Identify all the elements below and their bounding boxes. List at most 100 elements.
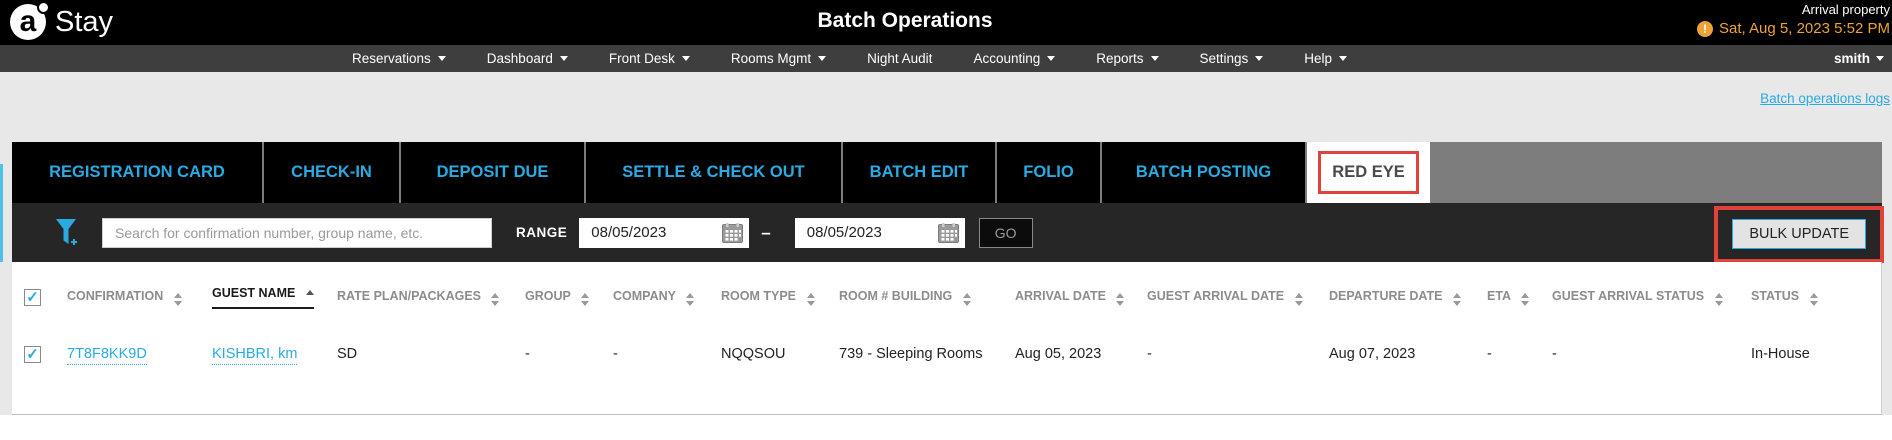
sort-icon (1714, 293, 1723, 306)
red-annotation-box: RED EYE (1318, 151, 1419, 194)
table-header-row: CONFIRMATION GUEST NAME RATE PLAN/PACKAG… (12, 262, 1881, 309)
nav-item-accounting[interactable]: Accounting (973, 51, 1056, 66)
column-header-company[interactable]: COMPANY (613, 262, 721, 309)
batch-operations-table: CONFIRMATION GUEST NAME RATE PLAN/PACKAG… (12, 262, 1881, 369)
confirmation-link[interactable]: 7T8F8KK9D (67, 346, 147, 365)
nav-label: Front Desk (608, 51, 675, 66)
cell-company: - (613, 346, 618, 362)
sort-icon (581, 293, 590, 306)
column-header-confirmation[interactable]: CONFIRMATION (67, 262, 212, 309)
column-header-room-building[interactable]: ROOM # BUILDING (839, 262, 1015, 309)
nav-item-settings[interactable]: Settings (1200, 51, 1264, 66)
nav-item-help[interactable]: Help (1304, 51, 1348, 66)
nav-item-front-desk[interactable]: Front Desk (609, 51, 690, 66)
tab-red-eye[interactable]: RED EYE (1307, 142, 1430, 203)
property-info: Arrival property ! Sat, Aug 5, 2023 5:52… (1697, 2, 1890, 37)
user-name: smith (1833, 51, 1870, 66)
filter-bar: RANGE 08/05/2023 – 08/05/2023 (12, 203, 1884, 263)
range-separator: – (761, 222, 771, 242)
column-header-eta[interactable]: ETA (1487, 262, 1552, 309)
column-header-group[interactable]: GROUP (525, 262, 613, 309)
nav-item-rooms-mgmt[interactable]: Rooms Mgmt (730, 51, 827, 66)
sort-icon (173, 293, 182, 306)
nav-items: Reservations Dashboard Front Desk Rooms … (352, 51, 1348, 66)
column-header-guest-arrival-date[interactable]: GUEST ARRIVAL DATE (1147, 262, 1329, 309)
cell-eta: - (1487, 346, 1492, 362)
column-header-arrival-date[interactable]: ARRIVAL DATE (1015, 262, 1147, 309)
column-header-room-type[interactable]: ROOM TYPE (721, 262, 839, 309)
logo-text: Stay (55, 5, 114, 38)
page-body: Batch operations logs REGISTRATION CARD … (0, 72, 1892, 415)
nav-label: Rooms Mgmt (730, 51, 812, 66)
cell-room-type: NQQSOU (721, 346, 786, 362)
tab-batch-edit[interactable]: BATCH EDIT (843, 142, 995, 203)
tab-check-in[interactable]: CHECK-IN (264, 142, 399, 203)
app-logo[interactable]: a Stay (10, 1, 114, 40)
nav-item-reports[interactable]: Reports (1096, 51, 1159, 66)
cell-status: In-House (1751, 346, 1810, 362)
top-header-bar: a Stay Batch Operations Arrival property… (0, 0, 1892, 45)
logs-link-row: Batch operations logs (1760, 90, 1890, 108)
column-header-guest-name[interactable]: GUEST NAME (212, 262, 337, 309)
date-from-field[interactable]: 08/05/2023 (579, 217, 750, 248)
sort-icon (491, 293, 500, 306)
sort-icon (686, 293, 695, 306)
range-label: RANGE (516, 225, 568, 240)
date-to-field[interactable]: 08/05/2023 (794, 217, 965, 248)
batch-operations-tab-bar: REGISTRATION CARD CHECK-IN DEPOSIT DUE S… (12, 142, 1882, 203)
chevron-down-icon (681, 56, 690, 61)
tab-deposit-due[interactable]: DEPOSIT DUE (401, 142, 584, 203)
sort-asc-icon (305, 290, 314, 295)
cell-arrival-date: Aug 05, 2023 (1015, 346, 1102, 362)
chevron-down-icon (1339, 56, 1348, 61)
table-row: 7T8F8KK9D KISHBRI, km SD - - NQQSOU 739 … (12, 309, 1881, 369)
chevron-down-icon (1255, 56, 1264, 61)
calendar-icon[interactable] (722, 222, 744, 243)
logo-letter: a (19, 5, 37, 38)
nav-label: Help (1304, 51, 1333, 66)
select-all-checkbox[interactable] (24, 289, 41, 306)
red-annotation-box: BULK UPDATE (1714, 206, 1884, 263)
column-header-rate-plan[interactable]: RATE PLAN/PACKAGES (337, 262, 525, 309)
tab-registration-card[interactable]: REGISTRATION CARD (12, 142, 262, 203)
nav-label: Dashboard (486, 51, 553, 66)
batch-operations-logs-link[interactable]: Batch operations logs (1760, 91, 1890, 106)
chevron-down-icon (559, 56, 568, 61)
cell-rate-plan: SD (337, 346, 358, 362)
nav-label: Night Audit (867, 51, 933, 66)
sort-icon (1521, 293, 1530, 306)
logo-a-icon: a (10, 1, 50, 40)
nav-item-night-audit[interactable]: Night Audit (867, 51, 932, 66)
column-header-guest-arrival-status[interactable]: GUEST ARRIVAL STATUS (1552, 262, 1751, 309)
datetime-text: Sat, Aug 5, 2023 5:52 PM (1719, 20, 1890, 37)
column-header-departure-date[interactable]: DEPARTURE DATE (1329, 262, 1487, 309)
chevron-down-icon (818, 56, 827, 61)
row-checkbox[interactable] (24, 345, 41, 363)
user-menu[interactable]: smith (1834, 51, 1884, 66)
nav-item-reservations[interactable]: Reservations (352, 51, 446, 66)
bottom-strip (0, 415, 1892, 440)
property-name: Arrival property (1801, 2, 1890, 17)
bulk-update-button[interactable]: BULK UPDATE (1732, 219, 1866, 249)
tab-settle-check-out[interactable]: SETTLE & CHECK OUT (586, 142, 841, 203)
search-input[interactable] (102, 217, 492, 248)
tab-batch-posting[interactable]: BATCH POSTING (1102, 142, 1305, 203)
cell-group: - (525, 346, 530, 362)
cell-room-building: 739 - Sleeping Rooms (839, 346, 983, 362)
go-button[interactable]: GO (978, 217, 1033, 248)
nav-item-dashboard[interactable]: Dashboard (487, 51, 568, 66)
guest-name-link[interactable]: KISHBRI, km (212, 346, 298, 365)
nav-label: Reports (1096, 51, 1144, 66)
main-nav-bar: Reservations Dashboard Front Desk Rooms … (0, 45, 1892, 72)
nav-label: Settings (1199, 51, 1249, 66)
sort-icon (962, 293, 971, 306)
tab-folio[interactable]: FOLIO (997, 142, 1100, 203)
date-to-value: 08/05/2023 (806, 224, 882, 241)
sort-icon (806, 293, 815, 306)
filter-funnel-icon[interactable] (54, 217, 80, 249)
calendar-icon[interactable] (937, 222, 959, 243)
tab-bar-filler (1432, 142, 1882, 203)
cell-guest-arrival-date: - (1147, 346, 1152, 362)
column-header-status[interactable]: STATUS (1751, 262, 1881, 309)
sort-icon (1809, 293, 1818, 306)
